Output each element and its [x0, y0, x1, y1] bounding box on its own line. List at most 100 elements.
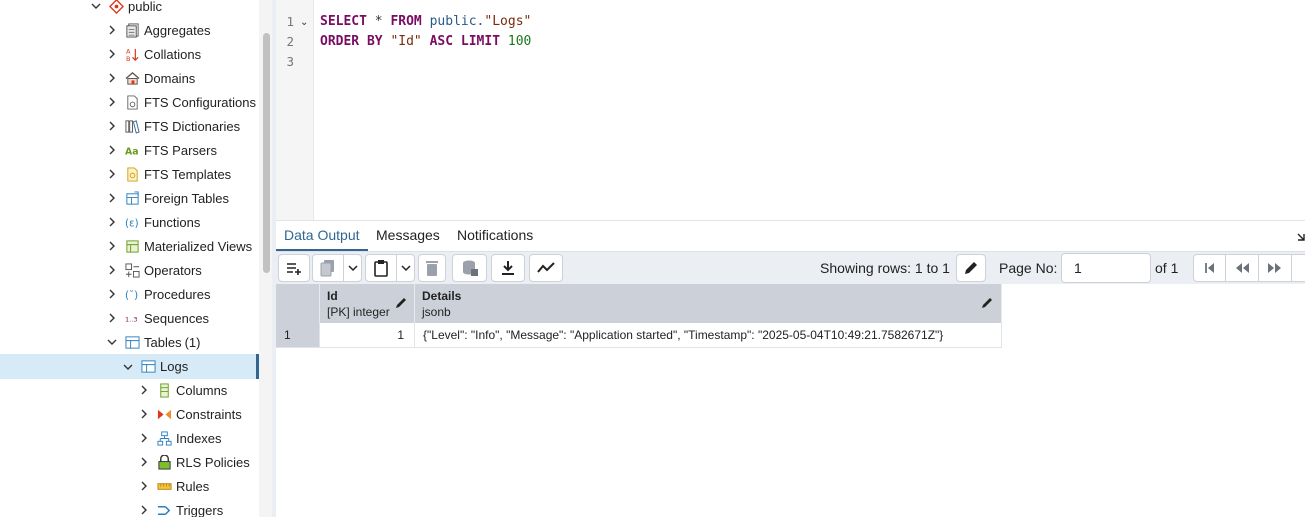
tree-node-triggers[interactable]: Triggers	[0, 498, 259, 517]
chevron-down-icon[interactable]	[90, 0, 102, 12]
tab-messages[interactable]: Messages	[368, 221, 448, 251]
fold-chevron-icon[interactable]: ⌄	[300, 17, 308, 28]
tree-label: FTS Parsers	[144, 142, 217, 158]
chevron-right-icon[interactable]	[138, 408, 150, 420]
tree-node-functions[interactable]: (ε) Functions	[0, 210, 259, 234]
sql-identifier: "Logs"	[484, 14, 532, 29]
pencil-icon[interactable]	[981, 296, 994, 309]
tree-node-fts-parsers[interactable]: Aa FTS Parsers	[0, 138, 259, 162]
tree-node-rules[interactable]: Rules	[0, 474, 259, 498]
chevron-right-icon[interactable]	[106, 192, 118, 204]
column-header-id[interactable]: Id [PK] integer	[320, 284, 415, 323]
tab-data-output[interactable]: Data Output	[276, 221, 368, 251]
database-save-icon	[462, 260, 478, 276]
query-editor[interactable]: 1 ⌄ 2 3 SELECT * FROM public."Logs" ORDE…	[276, 0, 1305, 220]
tree-node-indexes[interactable]: Indexes	[0, 426, 259, 450]
expand-icon[interactable]	[1295, 231, 1305, 243]
collations-icon: AB	[124, 46, 140, 62]
tree-label: RLS Policies	[176, 454, 250, 470]
sequence-icon: 1..3	[124, 310, 140, 326]
tree-label: FTS Dictionaries	[144, 118, 241, 134]
operator-icon	[124, 262, 140, 278]
add-row-button[interactable]	[278, 254, 310, 282]
tree-node-fts-dictionaries[interactable]: FTS Dictionaries	[0, 114, 259, 138]
tree-node-sequences[interactable]: 1..3 Sequences	[0, 306, 259, 330]
chevron-right-icon[interactable]	[106, 312, 118, 324]
tree-node-aggregates[interactable]: Aggregates	[0, 18, 259, 42]
chevron-right-icon[interactable]	[138, 456, 150, 468]
chevron-down-icon[interactable]	[106, 336, 118, 348]
result-tabs: Data Output Messages Notifications	[276, 220, 1305, 251]
chevron-right-icon[interactable]	[106, 96, 118, 108]
tree-node-domains[interactable]: Domains	[0, 66, 259, 90]
tree-node-columns[interactable]: Columns	[0, 378, 259, 402]
tree-node-collations[interactable]: AB Collations	[0, 42, 259, 66]
sql-identifier: "Id"	[382, 34, 430, 49]
previous-page-button[interactable]	[1225, 254, 1259, 282]
save-data-button[interactable]	[452, 254, 487, 282]
graph-visualiser-button[interactable]	[529, 254, 563, 282]
page-number-input[interactable]: 1	[1061, 253, 1151, 283]
tab-notifications[interactable]: Notifications	[449, 221, 541, 251]
copy-button[interactable]	[312, 254, 344, 282]
delete-button[interactable]	[418, 254, 446, 282]
edit-rows-button[interactable]	[956, 254, 986, 282]
chevron-right-icon[interactable]	[106, 264, 118, 276]
tree-label: Tables	[144, 334, 182, 350]
tree-node-constraints[interactable]: Constraints	[0, 402, 259, 426]
svg-text:B: B	[125, 55, 130, 62]
tree-node-logs[interactable]: Logs	[0, 354, 259, 379]
tree-node-tables[interactable]: Tables (1)	[0, 330, 259, 354]
first-page-button[interactable]	[1193, 254, 1226, 282]
code-line-1[interactable]: SELECT * FROM public."Logs"	[320, 14, 531, 29]
tree-node-procedures[interactable]: (˘) Procedures	[0, 282, 259, 306]
next-page-button[interactable]	[1258, 254, 1292, 282]
paste-options-button[interactable]	[396, 254, 415, 282]
chevron-down-icon[interactable]	[122, 361, 134, 373]
chevron-right-icon[interactable]	[138, 480, 150, 492]
chevron-down-icon	[347, 265, 358, 272]
paste-button[interactable]	[365, 254, 397, 282]
fast-forward-icon	[1268, 263, 1281, 273]
sql-schema: public.	[421, 14, 485, 29]
tree-node-operators[interactable]: Operators	[0, 258, 259, 282]
svg-text:Aa: Aa	[125, 146, 139, 157]
tree-node-rls-policies[interactable]: RLS Policies	[0, 450, 259, 474]
chevron-right-icon[interactable]	[106, 72, 118, 84]
line-gutter: 1 ⌄ 2 3	[276, 0, 314, 220]
chevron-right-icon[interactable]	[138, 504, 150, 516]
chevron-right-icon[interactable]	[106, 48, 118, 60]
sql-keyword: ORDER BY	[320, 34, 383, 49]
column-header-details[interactable]: Details jsonb	[415, 284, 1002, 323]
chevron-right-icon[interactable]	[106, 216, 118, 228]
tree-node-foreign-tables[interactable]: Foreign Tables	[0, 186, 259, 210]
chevron-right-icon[interactable]	[138, 384, 150, 396]
download-button[interactable]	[491, 254, 525, 282]
chevron-right-icon[interactable]	[106, 240, 118, 252]
grid-corner-header[interactable]	[276, 284, 320, 323]
tree-scrollbar-thumb[interactable]	[263, 33, 270, 273]
chevron-right-icon[interactable]	[106, 120, 118, 132]
row-number[interactable]: 1	[276, 323, 320, 348]
chevron-down-icon	[400, 265, 411, 272]
pencil-icon[interactable]	[395, 296, 408, 309]
chevron-right-icon[interactable]	[106, 144, 118, 156]
copy-options-button[interactable]	[343, 254, 362, 282]
tree-node-fts-templates[interactable]: FTS Templates	[0, 162, 259, 186]
tree-node-public[interactable]: public	[0, 0, 259, 18]
last-page-button[interactable]	[1291, 254, 1305, 282]
sql-keyword: SELECT	[320, 14, 367, 29]
tree-node-fts-configurations[interactable]: FTS Configurations	[0, 90, 259, 114]
code-line-2[interactable]: ORDER BY "Id" ASC LIMIT 100	[320, 34, 531, 49]
tree-label: Foreign Tables	[144, 190, 230, 206]
chevron-right-icon[interactable]	[106, 168, 118, 180]
cell-id[interactable]: 1	[320, 323, 415, 348]
domains-icon	[124, 70, 140, 86]
chevron-right-icon[interactable]	[106, 288, 118, 300]
result-toolbar: Showing rows: 1 to 1 Page No: 1 of 1	[276, 251, 1305, 284]
chevron-right-icon[interactable]	[138, 432, 150, 444]
tree-node-materialized-views[interactable]: Materialized Views	[0, 234, 259, 258]
chevron-right-icon[interactable]	[106, 24, 118, 36]
cell-details[interactable]: {"Level": "Info", "Message": "Applicatio…	[415, 323, 1002, 348]
showing-rows-text: Showing rows: 1 to 1	[820, 260, 950, 276]
